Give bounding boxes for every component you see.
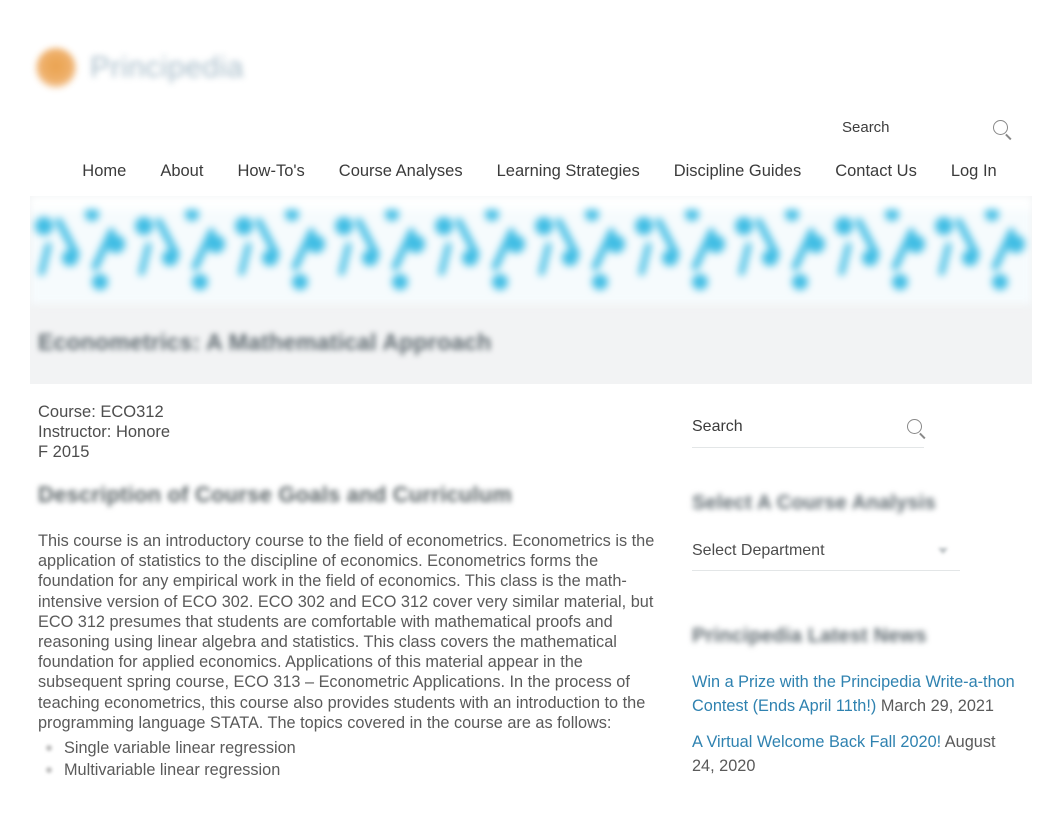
nav-item-learning-strategies[interactable]: Learning Strategies	[480, 162, 657, 181]
nav-item-course-analyses[interactable]: Course Analyses	[322, 162, 480, 181]
content-area: Course: ECO312 Instructor: Honore F 2015…	[30, 384, 1032, 790]
term-line: F 2015	[38, 443, 90, 461]
latest-news-widget-title: Principedia Latest News	[692, 625, 927, 647]
course-description: This course is an introductory course to…	[38, 532, 655, 732]
nav-item-contact-us[interactable]: Contact Us	[818, 162, 934, 181]
search-icon[interactable]	[907, 419, 922, 434]
nav-item-discipline-guides[interactable]: Discipline Guides	[657, 162, 818, 181]
news-date: March 29, 2021	[880, 697, 994, 715]
list-item: Win a Prize with the Principedia Write-a…	[692, 670, 1022, 718]
header-search[interactable]: Search	[840, 108, 1010, 146]
course-code-line: Course: ECO312	[38, 403, 164, 421]
topics-list: Single variable linear regression Multiv…	[38, 737, 662, 781]
sidebar-search[interactable]: Search	[692, 406, 924, 448]
department-select[interactable]: Select Department	[692, 531, 960, 571]
main-column: Course: ECO312 Instructor: Honore F 2015…	[30, 402, 670, 790]
site-shell: Principedia Search Home About How-To's C…	[30, 0, 1032, 822]
nav-item-about[interactable]: About	[143, 162, 220, 181]
site-logo-text: Principedia	[90, 51, 244, 84]
site-header: Principedia Search Home About How-To's C…	[30, 0, 1032, 196]
header-search-input[interactable]: Search	[840, 119, 890, 136]
list-item: Single variable linear regression	[38, 737, 662, 759]
department-select-value[interactable]: Select Department	[692, 542, 825, 560]
news-link[interactable]: A Virtual Welcome Back Fall 2020!	[692, 733, 945, 751]
orange-circle-icon	[36, 48, 76, 88]
hero-banner: Econometrics: A Mathematical Approach	[30, 196, 1032, 384]
instructor-line: Instructor: Honore	[38, 423, 171, 441]
section-title: Description of Course Goals and Curricul…	[38, 482, 513, 507]
sidebar-search-input[interactable]: Search	[692, 418, 743, 436]
latest-news-list: Win a Prize with the Principedia Write-a…	[692, 670, 1022, 778]
page-root: Principedia Search Home About How-To's C…	[0, 0, 1062, 822]
list-item: A Virtual Welcome Back Fall 2020! August…	[692, 730, 1022, 778]
main-navigation: Home About How-To's Course Analyses Lear…	[30, 162, 1032, 181]
nav-item-home[interactable]: Home	[65, 162, 143, 181]
nav-item-log-in[interactable]: Log In	[934, 162, 997, 181]
nav-item-how-tos[interactable]: How-To's	[220, 162, 321, 181]
search-icon[interactable]	[993, 119, 1008, 135]
site-logo[interactable]: Principedia	[36, 48, 244, 88]
sidebar: Search Select A Course Analysis Select D…	[670, 402, 1032, 790]
course-analysis-widget-title: Select A Course Analysis	[692, 492, 936, 514]
chevron-down-icon[interactable]	[938, 547, 948, 554]
hero-title: Econometrics: A Mathematical Approach	[38, 329, 492, 355]
list-item: Multivariable linear regression	[38, 759, 662, 781]
hero-decorative-pattern	[30, 196, 1032, 304]
